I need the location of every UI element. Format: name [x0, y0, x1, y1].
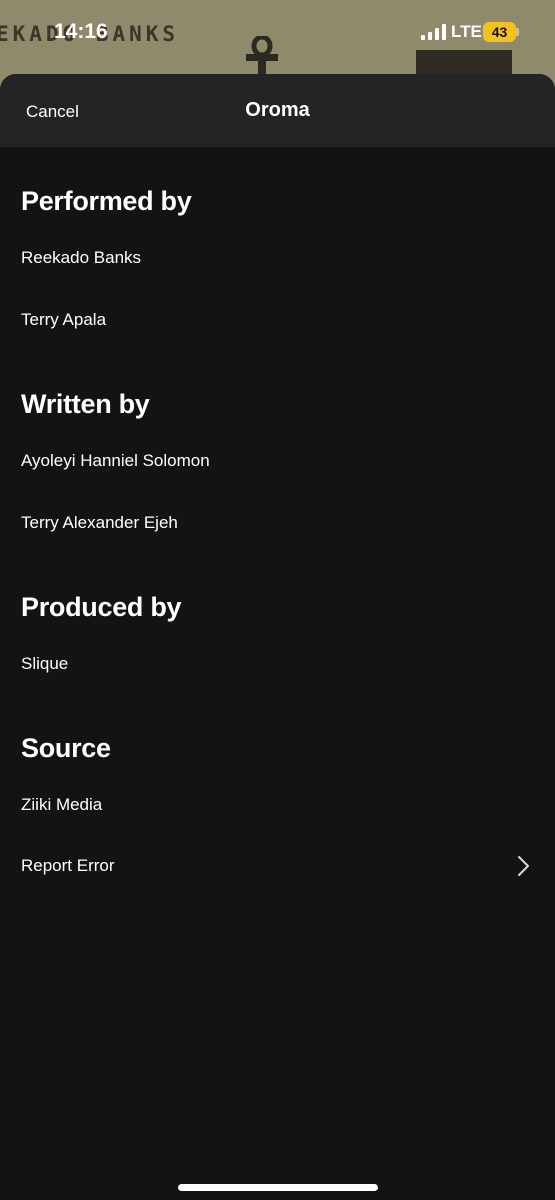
- song-credits-sheet: Cancel Oroma Performed by Reekado Banks …: [0, 74, 555, 1200]
- credit-item: Ayoleyi Hanniel Solomon: [21, 451, 210, 470]
- credit-item: Reekado Banks: [21, 248, 142, 267]
- credit-item: Terry Alexander Ejeh: [21, 513, 178, 532]
- status-time: 14:16: [54, 20, 108, 43]
- cellular-signal-icon: [421, 24, 446, 40]
- credit-item: Terry Apala: [21, 310, 107, 329]
- sheet-title: Oroma: [245, 99, 310, 121]
- battery-cap: [516, 28, 519, 36]
- battery-icon: 43: [483, 22, 519, 42]
- status-bar: 14:16 LTE 43: [0, 0, 555, 64]
- sheet-header: Cancel Oroma: [0, 74, 555, 147]
- report-error-label: Report Error: [21, 856, 115, 875]
- chevron-right-icon: [518, 856, 529, 876]
- credit-item: Ziiki Media: [21, 795, 103, 814]
- battery-level: 43: [483, 22, 516, 42]
- produced-by-heading: Produced by: [21, 592, 182, 622]
- home-indicator: [178, 1184, 378, 1191]
- credit-item: Slique: [21, 654, 69, 673]
- report-error-row[interactable]: Report Error: [0, 844, 555, 888]
- network-type-label: LTE: [451, 22, 482, 41]
- performed-by-heading: Performed by: [21, 186, 192, 216]
- source-heading: Source: [21, 733, 111, 763]
- written-by-heading: Written by: [21, 389, 150, 419]
